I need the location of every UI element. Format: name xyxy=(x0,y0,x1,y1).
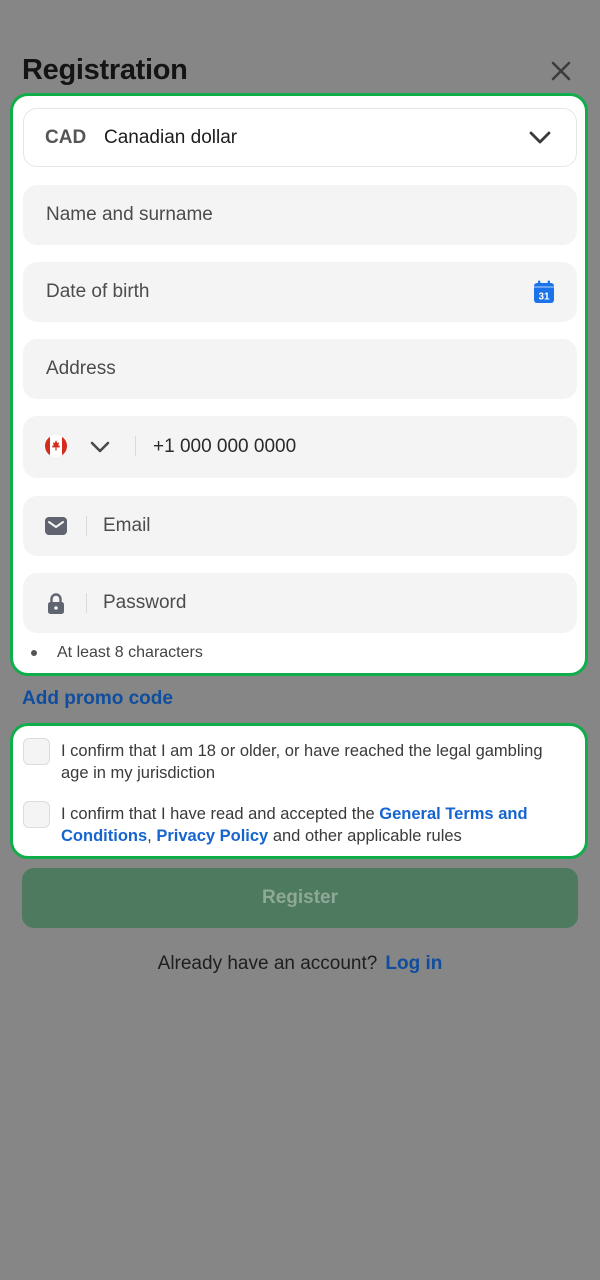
envelope-icon xyxy=(45,517,67,535)
lock-icon xyxy=(48,593,64,614)
password-hint-text: At least 8 characters xyxy=(57,644,203,661)
currency-select[interactable]: CAD Canadian dollar xyxy=(23,108,577,167)
password-hint: At least 8 characters xyxy=(31,644,203,662)
phone-divider xyxy=(135,436,136,456)
password-placeholder: Password xyxy=(103,592,187,613)
page-title: Registration xyxy=(22,54,188,86)
close-icon xyxy=(551,61,571,81)
name-field[interactable]: Name and surname xyxy=(23,185,577,245)
phone-field[interactable]: +1 000 000 0000 xyxy=(23,416,577,478)
email-field[interactable]: Email xyxy=(23,496,577,556)
name-placeholder: Name and surname xyxy=(46,204,213,225)
privacy-policy-link[interactable]: Privacy Policy xyxy=(156,827,268,845)
phone-input[interactable]: +1 000 000 0000 xyxy=(153,436,296,458)
email-placeholder: Email xyxy=(103,515,151,536)
registration-form: CAD Canadian dollar Name and surname Dat… xyxy=(10,93,588,676)
age-checkbox[interactable] xyxy=(23,738,50,765)
address-placeholder: Address xyxy=(46,358,116,379)
login-prompt: Already have an account? Log in xyxy=(0,953,600,975)
chevron-down-icon xyxy=(529,131,551,144)
terms-checkbox[interactable] xyxy=(23,801,50,828)
password-field[interactable]: Password xyxy=(23,573,577,633)
country-chevron-down-icon[interactable] xyxy=(89,436,111,458)
terms-prefix: I confirm that I have read and accepted … xyxy=(61,805,380,823)
currency-name: Canadian dollar xyxy=(104,126,238,148)
calendar-day: 31 xyxy=(538,292,550,303)
login-link[interactable]: Log in xyxy=(385,953,442,974)
consent-panel: I confirm that I am 18 or older, or have… xyxy=(10,723,588,859)
dob-field[interactable]: Date of birth 31 xyxy=(23,262,577,322)
canada-flag-icon[interactable] xyxy=(44,434,68,458)
bullet-dot xyxy=(31,650,37,656)
password-divider xyxy=(86,593,87,613)
login-prompt-text: Already have an account? xyxy=(157,953,378,974)
address-field[interactable]: Address xyxy=(23,339,577,399)
close-button[interactable] xyxy=(546,56,576,86)
dob-placeholder: Date of birth xyxy=(46,281,150,302)
age-consent-text: I confirm that I am 18 or older, or have… xyxy=(61,742,543,782)
add-promo-code-link[interactable]: Add promo code xyxy=(22,688,173,710)
email-divider xyxy=(86,516,87,536)
terms-consent-text: I confirm that I have read and accepted … xyxy=(61,803,571,847)
terms-separator: , xyxy=(147,827,157,845)
calendar-icon[interactable]: 31 xyxy=(533,280,555,304)
currency-code: CAD xyxy=(45,126,87,148)
register-button[interactable]: Register xyxy=(22,868,578,928)
terms-suffix: and other applicable rules xyxy=(268,827,462,845)
